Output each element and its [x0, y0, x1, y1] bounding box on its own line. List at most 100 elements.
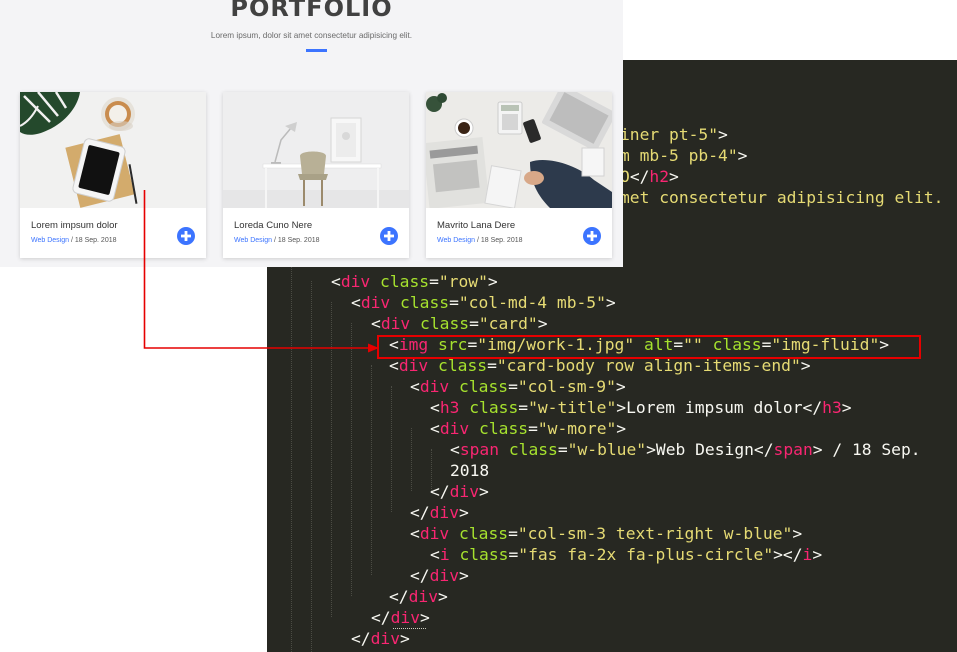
plus-circle-icon[interactable] [380, 227, 398, 245]
code-line[interactable]: <h3 class="w-title">Lorem impsum dolor</… [430, 397, 852, 418]
code-token: i [439, 545, 450, 564]
code-token: </ [351, 629, 371, 648]
code-token: > [812, 545, 823, 564]
card-category-link[interactable]: Web Design [31, 237, 69, 244]
code-token: = [429, 272, 439, 291]
code-line[interactable]: <div class="card"> [371, 313, 548, 334]
code-token: "fas fa-2x fa-plus-circle" [518, 545, 774, 564]
indent-guide [411, 428, 412, 491]
code-token: < [410, 524, 420, 543]
code-token: met consectetur adipisicing elit. [620, 188, 944, 207]
plus-circle-icon[interactable] [177, 227, 195, 245]
card-date: / 18 Sep. 2018 [69, 237, 117, 244]
plus-circle-icon[interactable] [583, 227, 601, 245]
code-token: > [616, 419, 627, 438]
code-line[interactable]: </div> [389, 586, 448, 607]
code-token: m mb-5 pb-4" [620, 146, 738, 165]
code-token: > [479, 482, 489, 501]
code-line[interactable]: <div class="col-sm-3 text-right w-blue"> [410, 523, 802, 544]
code-token: = [449, 293, 459, 312]
code-token: iner pt-5" [620, 125, 719, 144]
code-token: > [438, 587, 448, 606]
code-token: class [479, 419, 529, 438]
indent-guide [291, 260, 292, 652]
code-token: > [459, 503, 469, 522]
code-token: div [360, 293, 391, 312]
code-token: div [408, 587, 439, 606]
img-tag-highlight-box [377, 335, 921, 359]
code-token: h2 [649, 167, 670, 186]
indent-guide [371, 365, 372, 575]
code-line[interactable]: 2018 [450, 460, 489, 481]
code-token: = [508, 545, 519, 564]
card-image[interactable] [223, 92, 409, 208]
code-token: </ [410, 503, 430, 522]
code-token: < [331, 272, 341, 291]
code-token: class [459, 377, 509, 396]
indent-guide [391, 386, 392, 512]
code-token: class [508, 440, 558, 459]
code-token: < [410, 377, 420, 396]
code-line[interactable]: <div class="row"> [331, 271, 498, 292]
code-token: > [605, 293, 616, 312]
code-token: </ [389, 587, 409, 606]
code-token: div [429, 566, 460, 585]
code-line[interactable]: <span class="w-blue">Web Design</span> /… [450, 439, 921, 460]
portfolio-card[interactable]: Mavrito Lana Dere Web Design / 18 Sep. 2… [426, 92, 612, 258]
code-token: = [508, 377, 518, 396]
portfolio-card[interactable]: Loreda Cuno Nere Web Design / 18 Sep. 20… [223, 92, 409, 258]
code-line[interactable]: </div> [371, 607, 430, 628]
code-line[interactable]: O</h2> [620, 166, 679, 187]
code-line[interactable]: <div class="col-sm-9"> [410, 376, 626, 397]
code-token: </ [410, 566, 430, 585]
code-token: class [459, 524, 509, 543]
code-token: > [669, 167, 679, 186]
code-token: < [430, 545, 440, 564]
code-line[interactable]: iner pt-5"> [620, 124, 728, 145]
code-token: "card" [478, 314, 538, 333]
code-token: 2018 [450, 461, 490, 480]
code-line[interactable]: </div> [351, 628, 410, 649]
code-token: div [429, 503, 460, 522]
card-title[interactable]: Mavrito Lana Dere [437, 220, 515, 231]
code-line[interactable]: </div> [410, 502, 469, 523]
card-image[interactable] [20, 92, 206, 208]
code-token: ></ [773, 545, 803, 564]
code-line[interactable]: <i class="fas fa-2x fa-plus-circle"></i> [430, 544, 822, 565]
card-meta: Web Design / 18 Sep. 2018 [234, 237, 320, 244]
code-line[interactable]: <div class="w-more"> [430, 418, 626, 439]
card-meta: Web Design / 18 Sep. 2018 [31, 237, 117, 244]
code-token: = [528, 419, 538, 438]
code-token: > [718, 125, 728, 144]
code-token: > [841, 398, 852, 417]
card-category-link[interactable]: Web Design [234, 237, 272, 244]
card-category-link[interactable]: Web Design [437, 237, 475, 244]
code-token: class [469, 398, 519, 417]
card-title[interactable]: Lorem impsum dolor [31, 220, 118, 231]
code-token: >Lorem impsum dolor</ [616, 398, 823, 417]
card-title[interactable]: Loreda Cuno Nere [234, 220, 312, 231]
portfolio-card[interactable]: Lorem impsum dolor Web Design / 18 Sep. … [20, 92, 206, 258]
code-line[interactable]: </div> [410, 565, 469, 586]
code-line[interactable]: </div> [430, 481, 489, 502]
code-token: "col-md-4 mb-5" [458, 293, 606, 312]
code-token: span [773, 440, 813, 459]
code-token: </ [371, 608, 391, 627]
code-token: i [802, 545, 813, 564]
code-token: = [508, 524, 518, 543]
code-token: class [400, 293, 450, 312]
code-token: h3 [822, 398, 842, 417]
card-image[interactable] [426, 92, 612, 208]
code-line[interactable]: m mb-5 pb-4"> [620, 145, 747, 166]
code-token: >Web Design</ [646, 440, 774, 459]
code-line[interactable]: met consectetur adipisicing elit. [620, 187, 943, 208]
card-meta: Web Design / 18 Sep. 2018 [437, 237, 523, 244]
bracket-match-underline [393, 628, 426, 629]
code-line[interactable]: <div class="col-md-4 mb-5"> [351, 292, 616, 313]
code-token: < [430, 419, 440, 438]
